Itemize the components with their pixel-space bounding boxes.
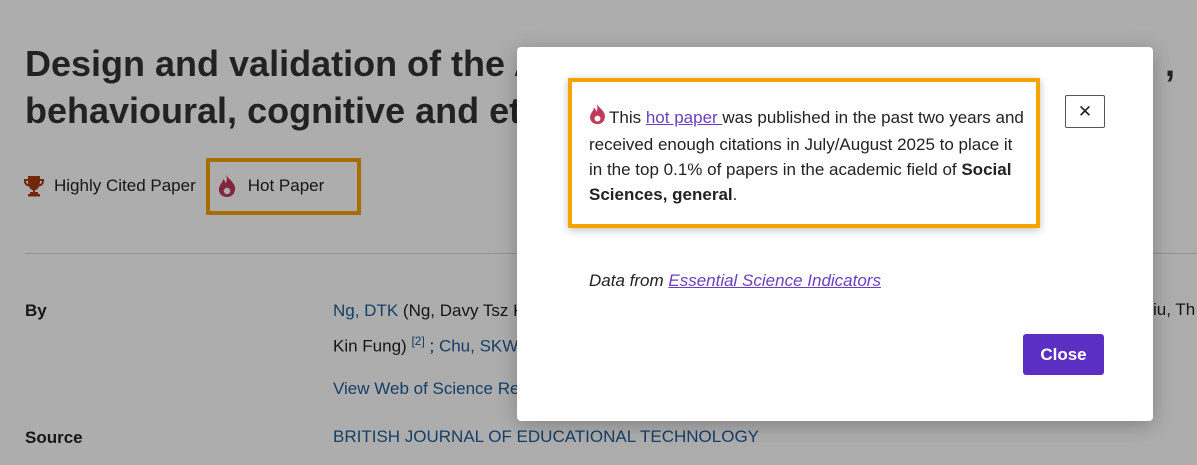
- close-icon: ✕: [1077, 101, 1093, 122]
- text-this: This: [609, 108, 646, 127]
- esi-link[interactable]: Essential Science Indicators: [668, 271, 881, 290]
- data-from-label: Data from: [589, 271, 669, 290]
- flame-icon: [589, 103, 606, 132]
- text-period: .: [732, 185, 738, 204]
- hot-paper-description: This hot paper was published in the past…: [589, 103, 1029, 207]
- data-source-note: Data from Essential Science Indicators: [589, 271, 881, 291]
- hot-paper-link[interactable]: hot paper: [646, 108, 723, 127]
- hot-paper-dialog: This hot paper was published in the past…: [517, 47, 1153, 421]
- hot-paper-info-box: This hot paper was published in the past…: [568, 78, 1040, 228]
- close-x-button[interactable]: ✕: [1065, 95, 1105, 128]
- close-button[interactable]: Close: [1023, 334, 1104, 375]
